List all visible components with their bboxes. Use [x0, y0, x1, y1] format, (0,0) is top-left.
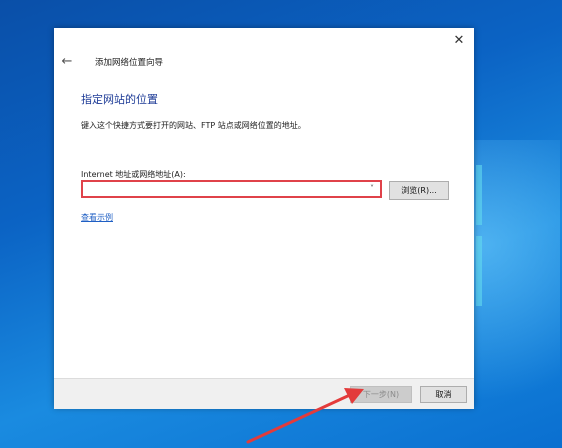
- close-icon: ✕: [453, 33, 465, 48]
- page-description: 键入这个快捷方式要打开的网站、FTP 站点或网络位置的地址。: [81, 121, 306, 130]
- background-window-edge: [476, 236, 482, 306]
- close-button[interactable]: ✕: [450, 32, 468, 50]
- view-example-link[interactable]: 查看示例: [81, 212, 113, 223]
- page-heading: 指定网站的位置: [81, 93, 158, 106]
- annotation-arrow-icon: [246, 388, 364, 444]
- address-input[interactable]: [85, 183, 367, 198]
- address-combobox[interactable]: ˅: [81, 180, 382, 198]
- background-window-edge: [476, 165, 482, 225]
- back-arrow-icon: ←: [61, 54, 73, 69]
- add-network-location-wizard: ✕ ← 添加网络位置向导 指定网站的位置 键入这个快捷方式要打开的网站、FTP …: [54, 28, 474, 409]
- address-field-label: Internet 地址或网络地址(A):: [81, 170, 186, 179]
- cancel-button[interactable]: 取消: [420, 386, 467, 403]
- chevron-down-icon[interactable]: ˅: [366, 182, 378, 196]
- wizard-title: 添加网络位置向导: [95, 58, 164, 68]
- browse-button[interactable]: 浏览(R)...: [389, 181, 449, 200]
- back-button[interactable]: ←: [59, 54, 75, 70]
